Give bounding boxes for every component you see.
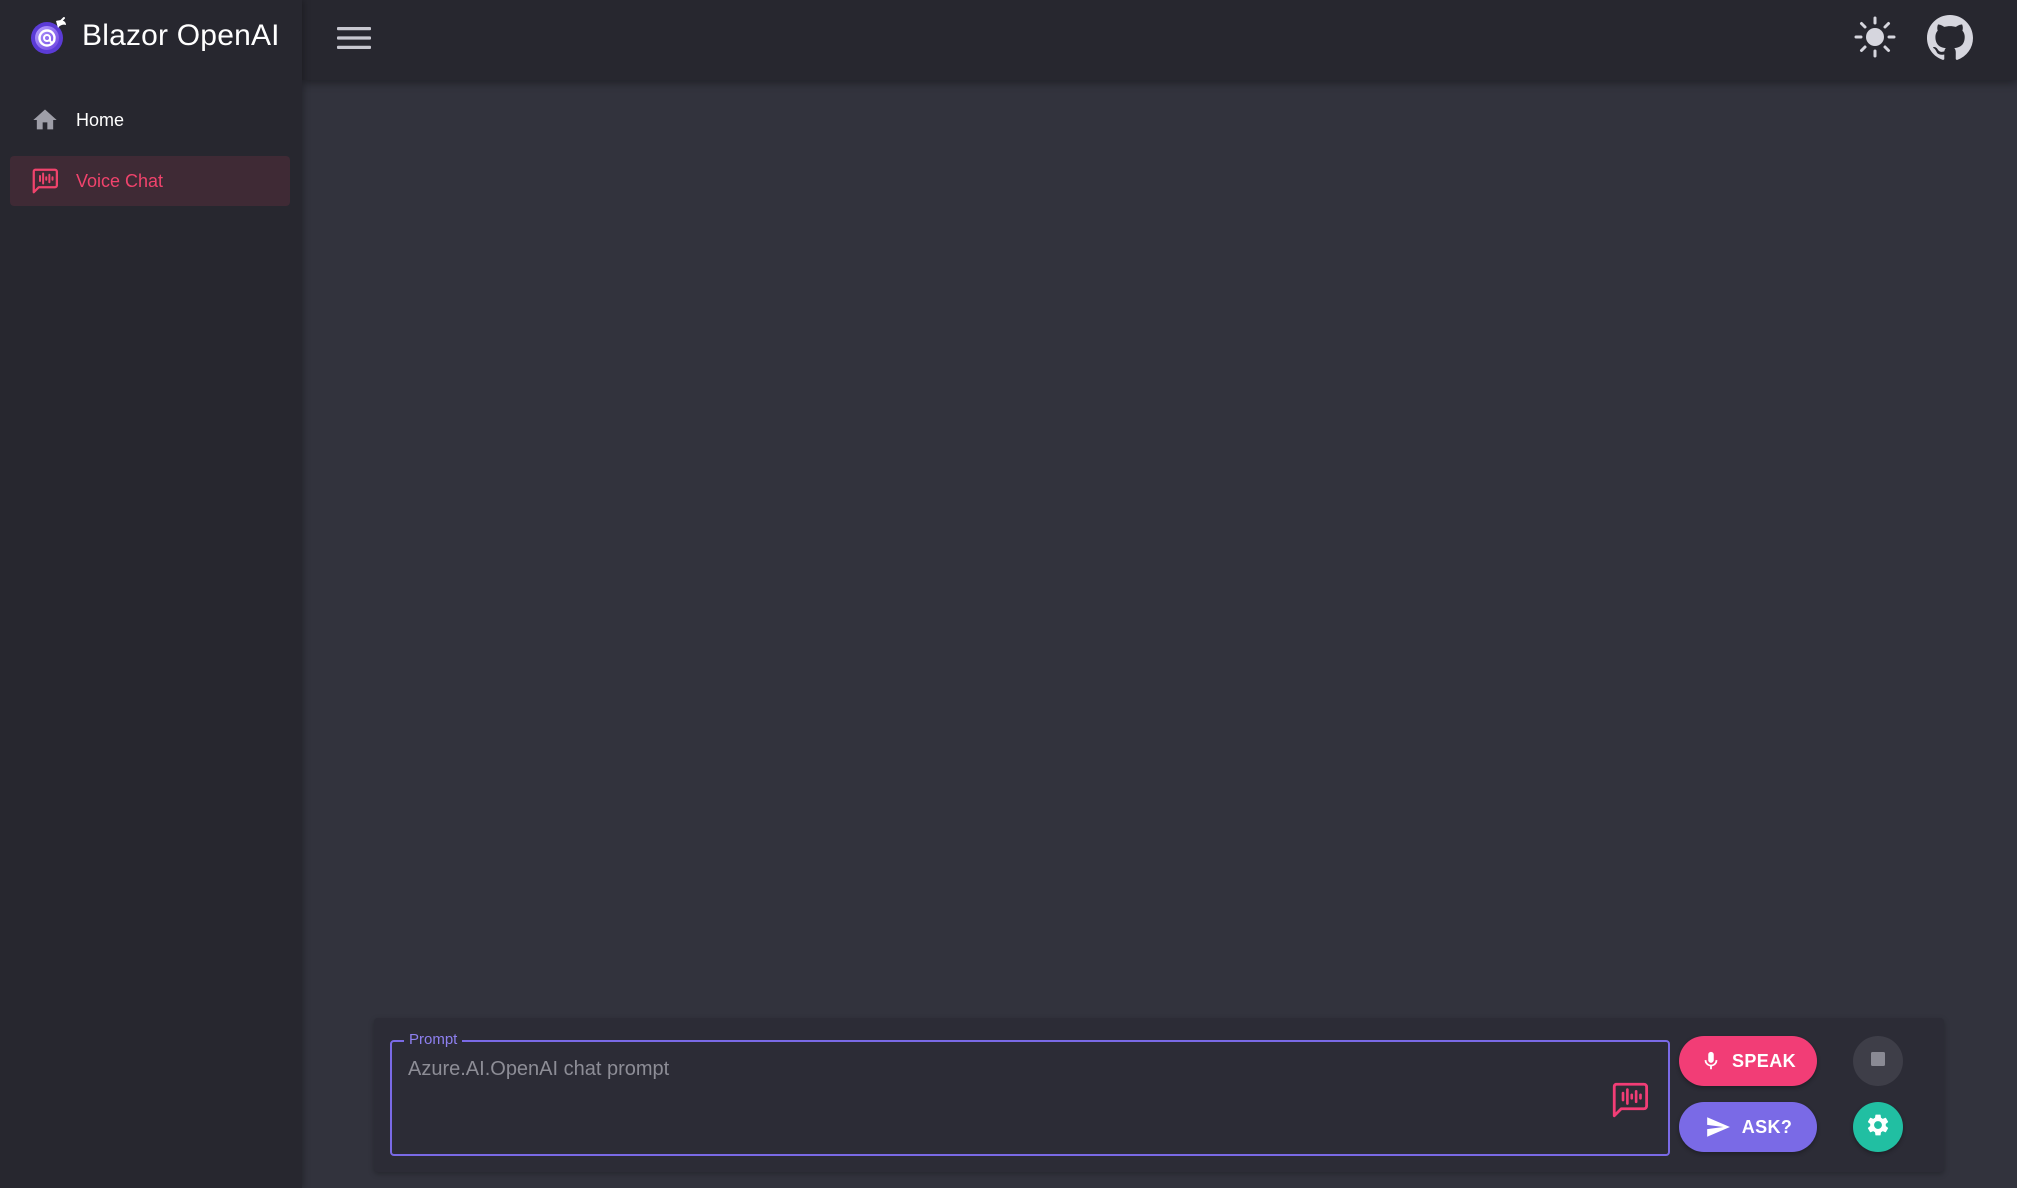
prompt-input[interactable] <box>406 1056 1586 1140</box>
menu-toggle-button[interactable] <box>332 20 376 60</box>
sidebar: Blazor OpenAI Home Voice Chat <box>0 0 302 1188</box>
github-icon <box>1927 14 1973 66</box>
prompt-field[interactable]: Prompt <box>390 1031 1670 1156</box>
sidebar-item-voice-chat[interactable]: Voice Chat <box>10 156 290 206</box>
voice-chat-icon <box>30 166 60 196</box>
gear-icon <box>1865 1112 1891 1143</box>
sidebar-item-label: Home <box>76 109 125 130</box>
hamburger-menu-icon <box>336 24 372 57</box>
stop-button[interactable] <box>1853 1036 1903 1086</box>
send-icon <box>1704 1114 1732 1140</box>
stop-icon <box>1870 1051 1886 1072</box>
speak-button-label: SPEAK <box>1731 1050 1796 1071</box>
prompt-label: Prompt <box>404 1031 463 1049</box>
ask-button-label: ASK? <box>1741 1116 1793 1137</box>
theme-toggle-button[interactable] <box>1850 14 1900 64</box>
sun-icon <box>1853 15 1897 64</box>
app-bar <box>302 0 2017 80</box>
ask-button[interactable]: ASK? <box>1679 1102 1817 1152</box>
brand[interactable]: Blazor OpenAI <box>28 14 280 58</box>
prompt-panel: Prompt SPEAK ASK? <box>374 1018 1944 1172</box>
app-title: Blazor OpenAI <box>82 19 280 52</box>
sidebar-item-home[interactable]: Home <box>10 95 290 145</box>
sidebar-item-label: Voice Chat <box>76 170 164 191</box>
speak-button[interactable]: SPEAK <box>1679 1036 1817 1086</box>
settings-button[interactable] <box>1853 1102 1903 1152</box>
home-icon <box>30 105 60 135</box>
blazor-openai-logo-icon <box>28 15 70 57</box>
voice-chat-icon[interactable] <box>1608 1078 1652 1122</box>
microphone-icon <box>1700 1048 1722 1074</box>
github-link-button[interactable] <box>1924 14 1976 66</box>
